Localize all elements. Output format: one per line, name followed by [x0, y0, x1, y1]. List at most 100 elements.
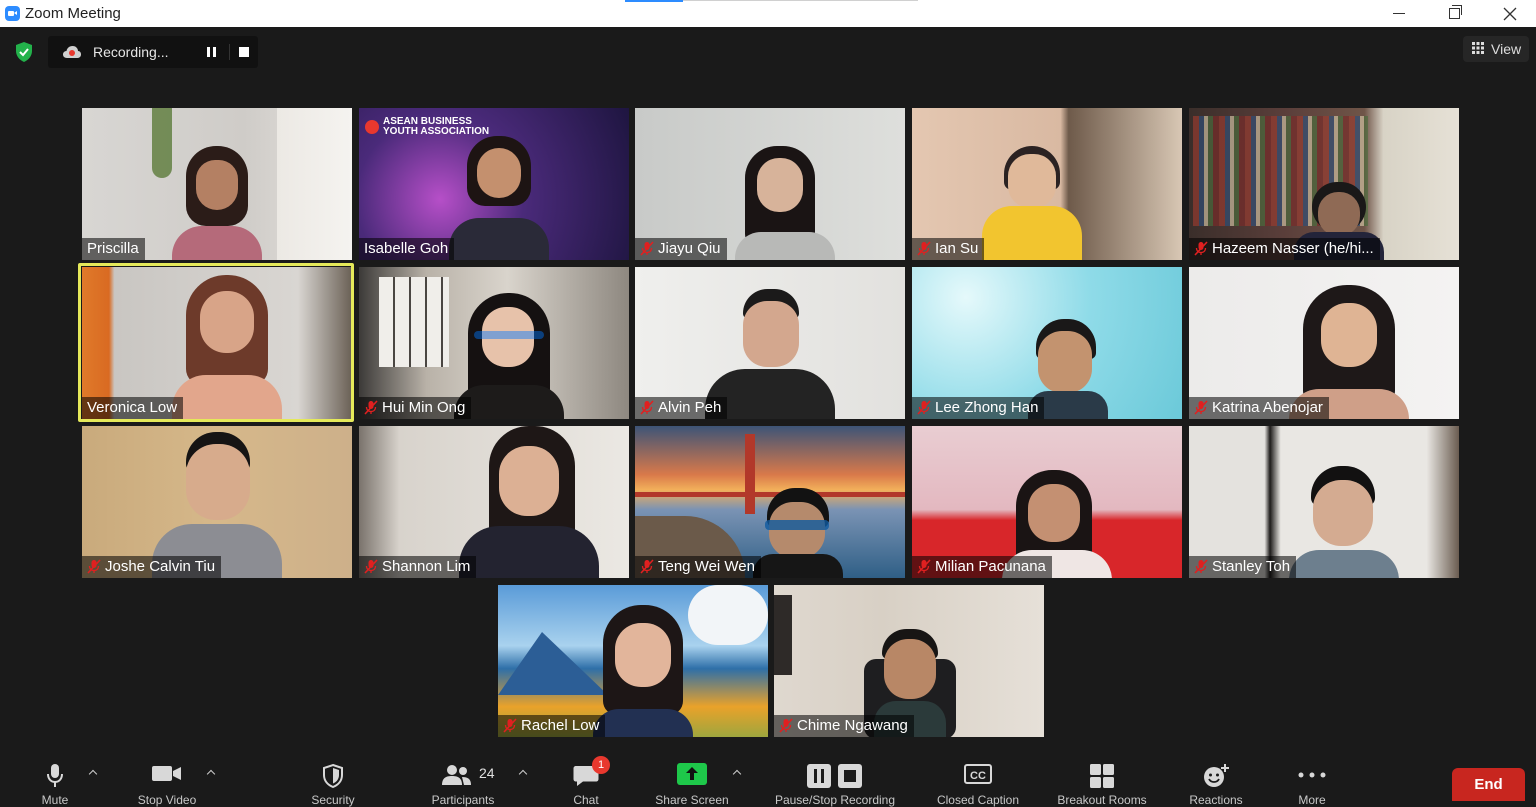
meeting-toolbar: Mute Stop Video Security 24 Participants…: [0, 749, 1536, 807]
curtain: [277, 108, 352, 260]
more-button[interactable]: More: [1282, 749, 1342, 807]
mute-button[interactable]: Mute: [20, 749, 90, 807]
breakout-rooms-button[interactable]: Breakout Rooms: [1046, 749, 1158, 807]
video-tile-ian-su[interactable]: Ian Su: [912, 108, 1182, 260]
muted-mic-icon: [640, 399, 654, 415]
participant-video: [593, 605, 693, 737]
participant-name-bar: Priscilla: [82, 238, 145, 260]
participant-name-bar: Stanley Toh: [1189, 556, 1297, 578]
end-meeting-button[interactable]: End: [1452, 768, 1525, 801]
pause-stop-recording-icon: [807, 764, 862, 788]
participant-video: [449, 136, 549, 260]
encryption-shield-icon[interactable]: [12, 40, 36, 64]
background-logo-text: ASEAN BUSINESS YOUTH ASSOCIATION: [383, 116, 490, 137]
chat-button[interactable]: Chat: [556, 749, 616, 807]
share-options-caret-icon[interactable]: [733, 769, 741, 777]
restore-button[interactable]: [1431, 0, 1477, 27]
pause-stop-recording-label: Pause/Stop Recording: [774, 793, 896, 807]
muted-mic-icon: [364, 399, 378, 415]
reactions-button[interactable]: Reactions: [1180, 749, 1252, 807]
video-camera-icon: [152, 766, 181, 781]
video-tile-rachel-low[interactable]: Rachel Low: [498, 585, 768, 737]
title-bar: Zoom Meeting: [0, 0, 1536, 27]
participant-name: Joshe Calvin Tiu: [105, 558, 216, 575]
participant-name: Rachel Low: [521, 717, 600, 734]
muted-mic-icon: [1194, 558, 1208, 574]
security-label: Security: [311, 793, 355, 807]
participant-name: Hui Min Ong: [382, 399, 466, 416]
video-tile-stanley-toh[interactable]: Stanley Toh: [1189, 426, 1459, 578]
recording-divider: [229, 44, 230, 60]
title-accent: [625, 0, 683, 2]
security-button[interactable]: Security: [300, 749, 366, 807]
participant-name: Katrina Abenojar: [1212, 399, 1323, 416]
participant-name-bar: Joshe Calvin Tiu: [82, 556, 222, 578]
participant-name-bar: Rachel Low: [498, 715, 606, 737]
add-reaction-icon: [1204, 764, 1229, 787]
zoom-app-icon: [5, 6, 20, 21]
closed-caption-button[interactable]: CC Closed Caption: [925, 749, 1031, 807]
participant-video: [753, 488, 843, 578]
participants-options-caret-icon[interactable]: [519, 769, 527, 777]
video-tile-priscilla[interactable]: Priscilla: [82, 108, 352, 260]
participant-name-bar: Chime Ngawang: [774, 715, 914, 737]
more-label: More: [1298, 793, 1326, 807]
view-button[interactable]: View: [1463, 36, 1529, 62]
video-tile-chime-ngawang[interactable]: Chime Ngawang: [774, 585, 1044, 737]
participant-name: Teng Wei Wen: [658, 558, 755, 575]
close-icon: [1503, 7, 1517, 21]
closed-caption-icon: CC: [964, 764, 992, 784]
participant-name-bar: Hui Min Ong: [359, 397, 472, 419]
video-options-caret-icon[interactable]: [207, 769, 215, 777]
pause-stop-recording-button[interactable]: Pause/Stop Recording: [760, 749, 910, 807]
video-tile-shannon-lim[interactable]: Shannon Lim: [359, 426, 629, 578]
recording-indicator: Recording...: [48, 36, 258, 68]
stop-video-label: Stop Video: [137, 793, 197, 807]
stop-recording-button[interactable]: [239, 47, 249, 57]
participant-name: Alvin Peh: [658, 399, 722, 416]
muted-mic-icon: [640, 558, 654, 574]
participant-name: Priscilla: [87, 240, 139, 257]
participant-name-bar: Alvin Peh: [635, 397, 728, 419]
cloud: [688, 585, 768, 645]
participant-name-bar: Hazeem Nasser (he/hi...: [1189, 238, 1380, 260]
participants-button[interactable]: 24 Participants: [415, 749, 511, 807]
pause-recording-button[interactable]: [206, 46, 218, 58]
participants-icon: [442, 765, 471, 785]
participants-count: 24: [479, 765, 495, 781]
participant-name-bar: Milian Pacunana: [912, 556, 1052, 578]
video-tile-jiayu-qiu[interactable]: Jiayu Qiu: [635, 108, 905, 260]
participant-name: Chime Ngawang: [797, 717, 908, 734]
minimize-button[interactable]: [1376, 0, 1422, 27]
video-tile-joshe-calvin-tiu[interactable]: Joshe Calvin Tiu: [82, 426, 352, 578]
participant-name: Isabelle Goh: [364, 240, 449, 257]
stop-video-button[interactable]: Stop Video: [125, 749, 209, 807]
closed-caption-label: Closed Caption: [936, 793, 1020, 807]
video-tile-alvin-peh[interactable]: Alvin Peh: [635, 267, 905, 419]
share-screen-icon: [677, 763, 707, 785]
video-tile-isabelle-goh[interactable]: ASEAN BUSINESS YOUTH ASSOCIATION Isabell…: [359, 108, 629, 260]
mute-label: Mute: [41, 793, 69, 807]
active-speaker-highlight: [78, 263, 354, 422]
breakout-rooms-label: Breakout Rooms: [1057, 793, 1147, 807]
video-tile-milian-pacunana[interactable]: Milian Pacunana: [912, 426, 1182, 578]
participant-name: Shannon Lim: [382, 558, 471, 575]
video-tile-lee-zhong-han[interactable]: Lee Zhong Han: [912, 267, 1182, 419]
participant-name-bar: Lee Zhong Han: [912, 397, 1045, 419]
more-dots-icon: [1298, 772, 1326, 778]
participant-video: [735, 146, 835, 260]
restore-icon: [1448, 5, 1462, 20]
grid-view-icon: [1472, 42, 1484, 54]
reactions-label: Reactions: [1189, 793, 1243, 807]
share-screen-button[interactable]: Share Screen: [640, 749, 744, 807]
breakout-rooms-icon: [1090, 764, 1114, 788]
view-label: View: [1491, 41, 1522, 57]
video-tile-katrina-abenojar[interactable]: Katrina Abenojar: [1189, 267, 1459, 419]
muted-mic-icon: [779, 717, 793, 733]
video-tile-hazeem-nasser[interactable]: Hazeem Nasser (he/hi...: [1189, 108, 1459, 260]
audio-options-caret-icon[interactable]: [89, 769, 97, 777]
video-tile-teng-wei-wen[interactable]: Teng Wei Wen: [635, 426, 905, 578]
video-tile-hui-min-ong[interactable]: Hui Min Ong: [359, 267, 629, 419]
chat-label: Chat: [573, 793, 599, 807]
close-button[interactable]: [1487, 0, 1533, 27]
